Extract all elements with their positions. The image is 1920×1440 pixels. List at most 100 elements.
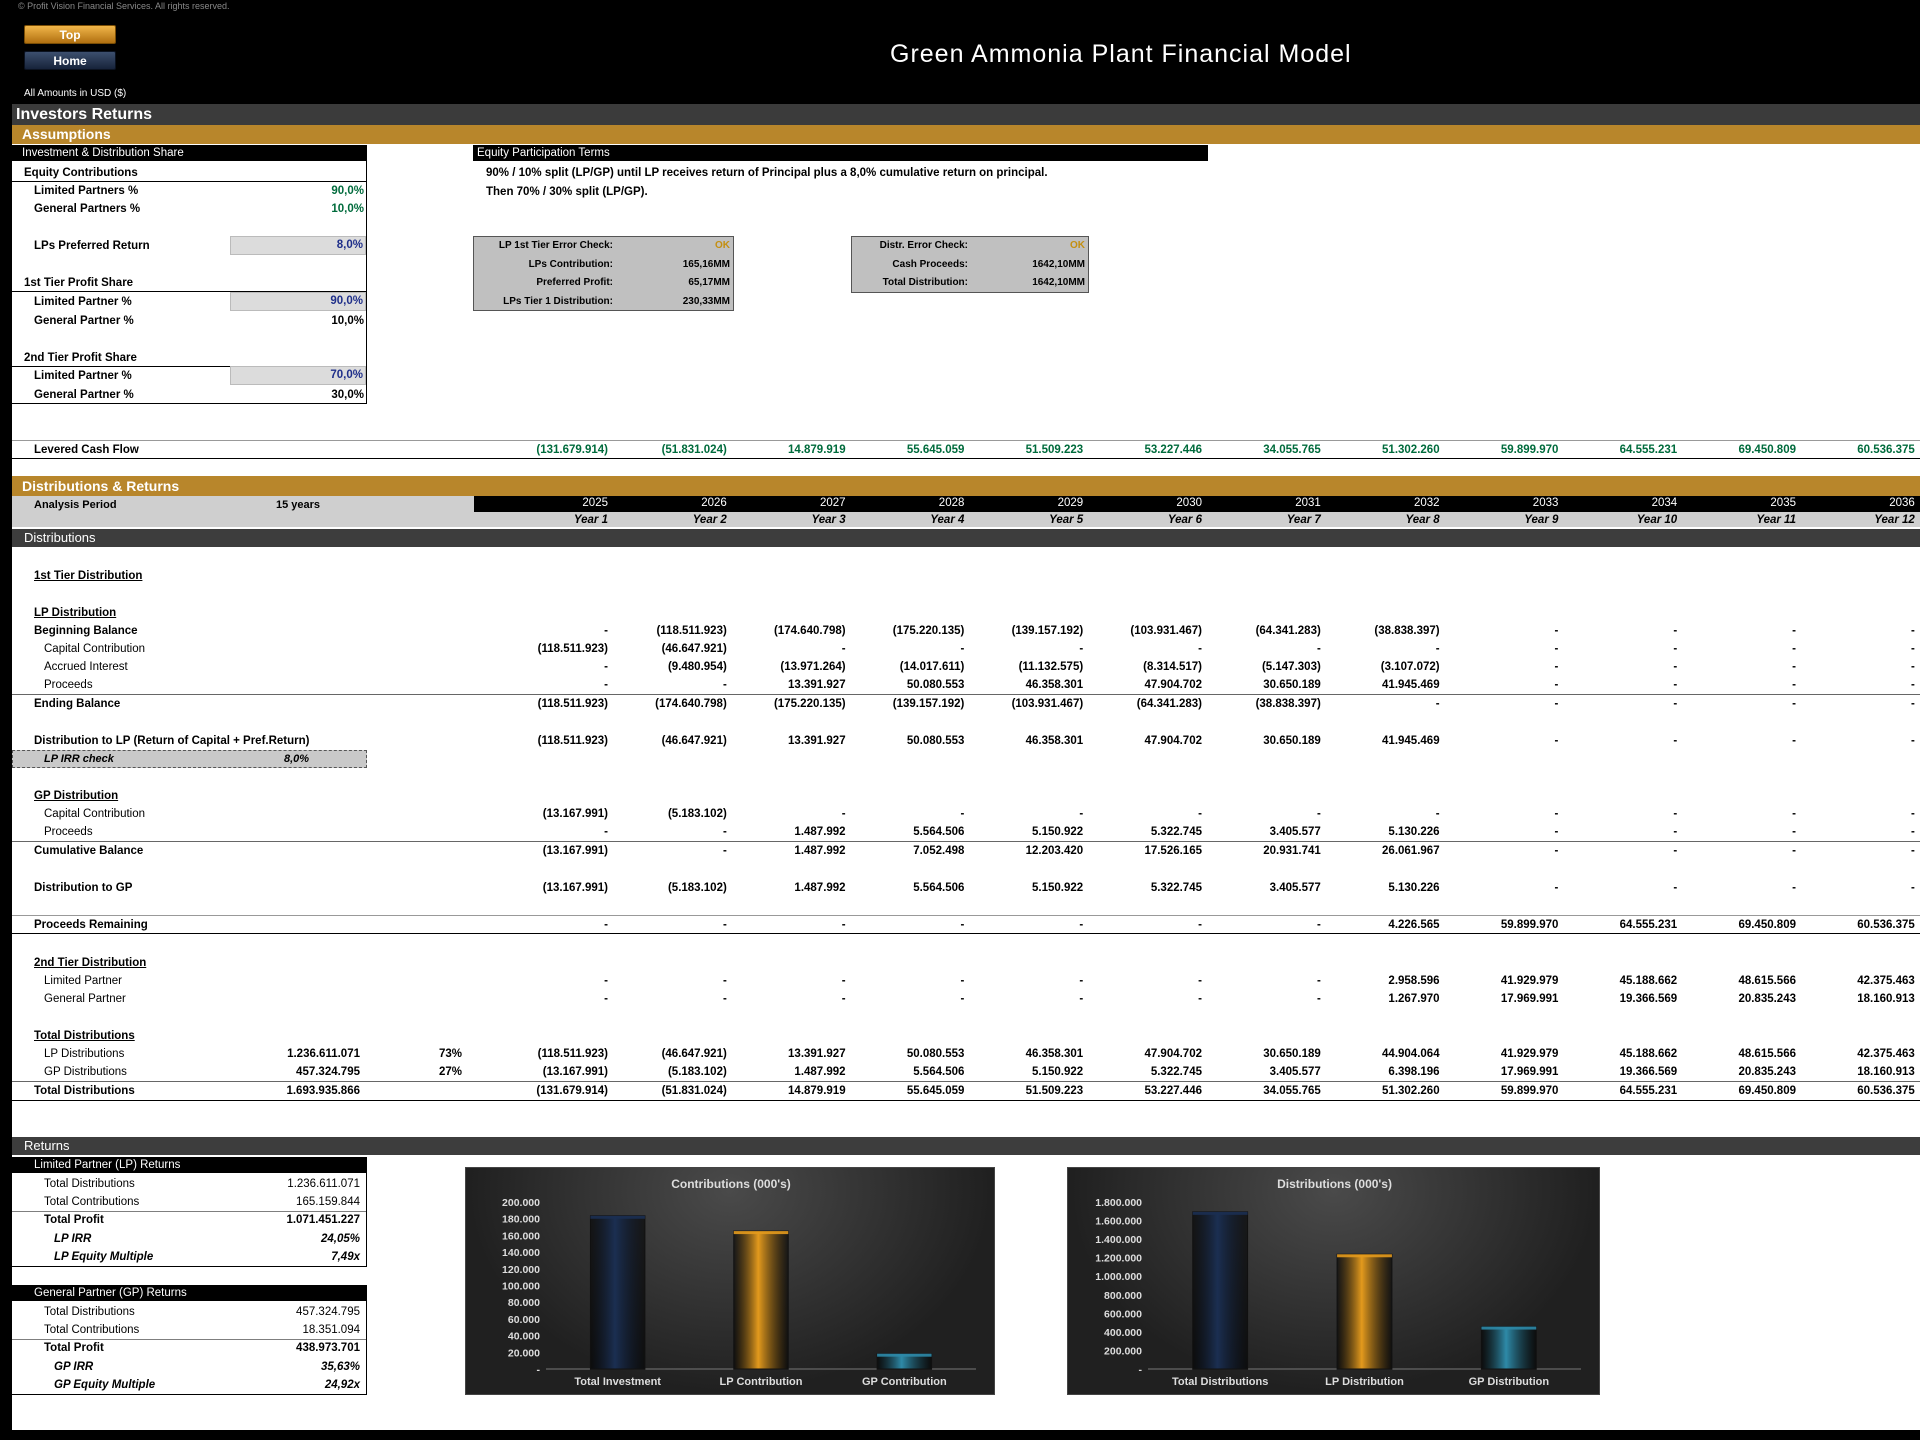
assumptions-bar: Assumptions [12, 125, 1920, 144]
year-cell: - [841, 643, 846, 655]
year-cell: 5.150.922 [1032, 1066, 1084, 1078]
year-cell: 1.267.970 [1388, 993, 1440, 1005]
year-cell: - [1910, 698, 1915, 710]
year-cell: 50.080.553 [906, 679, 965, 691]
tier1-lp-input[interactable]: 90,0% [230, 292, 366, 311]
y-tick-label: 140.000 [502, 1247, 540, 1259]
year-cell: - [604, 826, 608, 838]
home-button[interactable]: Home [24, 51, 116, 70]
year-cell: (51.831.024) [661, 444, 727, 456]
year-cell: 45.188.662 [1619, 1048, 1678, 1060]
year-cell: - [1792, 643, 1796, 655]
year-cell: 20.835.243 [1738, 1066, 1796, 1078]
year-cell: (131.679.914) [536, 444, 608, 456]
year-cell: 51.509.223 [1025, 1085, 1084, 1097]
year-cell: - [1792, 661, 1796, 673]
year-cell: (3.107.072) [1380, 661, 1440, 673]
box-bottom-border [12, 403, 367, 404]
top-button[interactable]: Top [24, 25, 116, 44]
year-cell: 2031 [1295, 497, 1321, 509]
year-cell: 5.150.922 [1032, 882, 1084, 894]
year-cell: 41.929.979 [1500, 1048, 1559, 1060]
year-cell: - [1910, 735, 1915, 747]
y-tick-label: 1.800.000 [1095, 1197, 1142, 1209]
lp-irr-check-value: 8,0% [284, 753, 310, 765]
tier1-gp-label: General Partner % [34, 315, 134, 327]
lp-total-contrib-label: Total Contributions [44, 1196, 140, 1208]
year-cell: (5.147.303) [1261, 661, 1321, 673]
gp-total-dist-label: Total Distributions [44, 1306, 135, 1318]
year-cell: 50.080.553 [906, 1048, 965, 1060]
check2-label-2: Total Distribution: [882, 277, 968, 288]
check1-value-0: OK [715, 240, 730, 251]
year-cell: - [960, 975, 965, 987]
year-cell: 3.405.577 [1269, 826, 1321, 838]
check1-value-3: 230,33MM [682, 296, 730, 307]
year-cell: (174.640.798) [655, 698, 727, 710]
divider [12, 1100, 1920, 1101]
year-cell: - [1198, 919, 1202, 931]
year-cell: - [1910, 826, 1915, 838]
lp-total-contrib-value: 165.159.844 [296, 1196, 360, 1208]
year-cell: 30.650.189 [1263, 1048, 1321, 1060]
year-cell: 2.958.596 [1388, 975, 1440, 987]
year-cell: - [1198, 808, 1202, 820]
year-cell: 1.487.992 [794, 826, 846, 838]
year-cell: - [1316, 919, 1321, 931]
year-cell: 18.160.913 [1857, 1066, 1915, 1078]
x-category-label: LP Distribution [1325, 1376, 1404, 1388]
lp-percent-label: Limited Partners % [34, 185, 139, 197]
equity-contributions-label: Equity Contributions [24, 167, 138, 179]
box-right-border [366, 161, 367, 404]
year-cell: - [1316, 993, 1321, 1005]
year-cell: - [1673, 643, 1678, 655]
year-cell: 18.160.913 [1857, 993, 1915, 1005]
box-bottom-border [12, 1266, 367, 1267]
year-cell: 46.358.301 [1025, 735, 1084, 747]
lp-percent-value: 90,0% [331, 185, 364, 197]
year-cell: - [1792, 882, 1796, 894]
y-tick-label: 100.000 [502, 1281, 540, 1293]
gp-capital-row: (13.167.991) (5.183.102) - - - - - - - - - - [0, 808, 1920, 824]
total-all-row: (131.679.914) (51.831.024) 14.879.919 55.64… [0, 1085, 1920, 1101]
left-strip [0, 104, 12, 1440]
y-tick-label: 20.000 [508, 1347, 540, 1359]
dist-returns-bar: Distributions & Returns [12, 476, 1920, 496]
year-cell: 14.879.919 [788, 1085, 846, 1097]
lp-total-profit-label: Total Profit [44, 1214, 104, 1226]
year-cell: 46.358.301 [1025, 679, 1084, 691]
year-cell: 42.375.463 [1857, 1048, 1915, 1060]
year-cell: (174.640.798) [773, 625, 846, 637]
box-right-border [366, 1301, 367, 1394]
year-cell: - [1198, 643, 1202, 655]
year-cell: - [1198, 993, 1202, 1005]
year-cell: - [604, 679, 608, 691]
year-cell: 41.929.979 [1500, 975, 1559, 987]
box-right-border [366, 1173, 367, 1266]
levered-cf-row: (131.679.914) (51.831.024) 14.879.919 55.64… [0, 444, 1920, 460]
year-cell: (103.931.467) [1130, 625, 1202, 637]
year-cell: - [1673, 845, 1678, 857]
year-cell: Year 10 [1636, 514, 1678, 526]
bottom-strip [0, 1430, 1920, 1440]
pref-return-input[interactable]: 8,0% [230, 236, 366, 255]
year-cell: - [960, 993, 965, 1005]
year-cell: - [604, 661, 608, 673]
y-tick-label: 120.000 [502, 1264, 540, 1276]
year-cell: 2028 [938, 497, 965, 509]
bar-cap [1192, 1211, 1248, 1215]
year-cell: Year 7 [1286, 514, 1321, 526]
year-cell: 47.904.702 [1144, 1048, 1202, 1060]
year-cell: - [1792, 735, 1796, 747]
year-cell: - [604, 919, 608, 931]
year-cell: - [1554, 643, 1559, 655]
year-cell: 14.879.919 [788, 444, 846, 456]
year-cell: 6.398.196 [1388, 1066, 1440, 1078]
tier2-lp-input[interactable]: 70,0% [230, 366, 366, 385]
year-cell: 59.899.970 [1500, 919, 1559, 931]
year-cell: - [1673, 679, 1678, 691]
year-cell: 2029 [1057, 497, 1084, 509]
year-cell: - [604, 975, 608, 987]
lp-irr-check-label: LP IRR check [44, 753, 114, 765]
year-cell: - [1792, 845, 1796, 857]
